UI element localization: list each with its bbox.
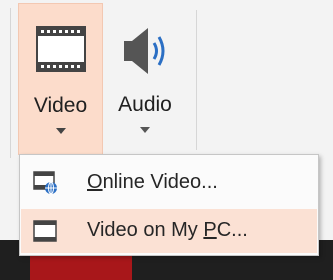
online-video-icon [33, 171, 59, 200]
speaker-icon [122, 25, 172, 82]
film-strip-icon [33, 219, 59, 248]
chevron-down-icon [110, 127, 180, 141]
chevron-down-icon [19, 128, 102, 142]
video-button[interactable]: Video [18, 3, 103, 155]
ribbon-divider [10, 8, 11, 158]
ribbon-group-divider [196, 10, 197, 150]
audio-button[interactable]: Audio [110, 3, 180, 155]
menu-item-video-on-my-pc[interactable]: Video on My PC... [21, 209, 317, 253]
video-button-label: Video [33, 94, 88, 117]
slide-thumbnail [30, 252, 132, 280]
menu-item-online-video[interactable]: Online Video... [21, 161, 317, 205]
audio-button-label: Audio [118, 93, 172, 116]
menu-item-label: Online Video... [87, 171, 218, 193]
film-strip-icon [36, 26, 86, 77]
menu-item-label: Video on My PC... [87, 219, 248, 241]
video-dropdown-menu: Online Video... Video on My PC... [19, 154, 319, 256]
